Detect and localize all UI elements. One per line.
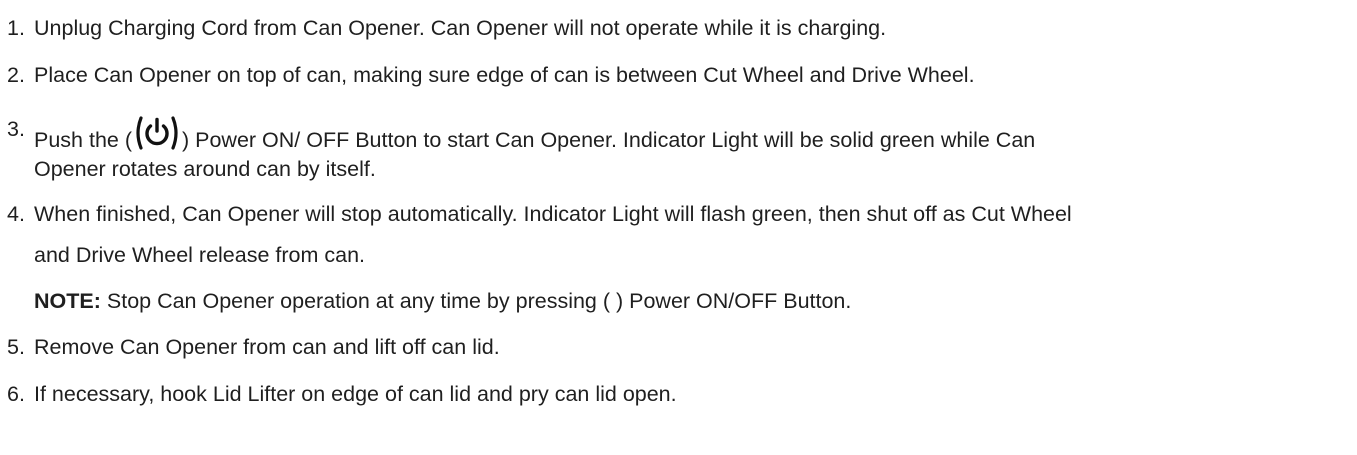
step-text: Opener rotates around can by itself. bbox=[34, 157, 376, 181]
step-text: If necessary, hook Lid Lifter on edge of… bbox=[34, 382, 677, 406]
step-number: 4. bbox=[7, 202, 25, 226]
instruction-list: 1. Unplug Charging Cord from Can Opener.… bbox=[0, 0, 1357, 455]
note-label: NOTE: bbox=[34, 289, 101, 313]
step-text-suffix: ) Power ON/ OFF Button to start Can Open… bbox=[182, 128, 1036, 152]
step-text: Place Can Opener on top of can, making s… bbox=[34, 63, 975, 87]
step-text-prefix: Push the ( bbox=[34, 128, 132, 152]
step-number: 6. bbox=[7, 382, 25, 406]
step-number: 1. bbox=[7, 16, 25, 40]
step-text: Remove Can Opener from can and lift off … bbox=[34, 335, 500, 359]
step-text: When finished, Can Opener will stop auto… bbox=[34, 202, 1072, 226]
step-number: 3. bbox=[7, 117, 25, 141]
step-text: and Drive Wheel release from can. bbox=[34, 243, 366, 267]
note-text: Stop Can Opener operation at any time by… bbox=[106, 289, 852, 313]
step-text: Unplug Charging Cord from Can Opener. Ca… bbox=[34, 16, 887, 40]
step-number: 5. bbox=[7, 335, 25, 359]
power-icon bbox=[134, 116, 180, 150]
step-text: Push the ( ) Power ON/ OFF Button to sta… bbox=[34, 116, 1035, 153]
step-number: 2. bbox=[7, 63, 25, 87]
note-body: NOTE: Stop Can Opener operation at any t… bbox=[34, 288, 851, 314]
